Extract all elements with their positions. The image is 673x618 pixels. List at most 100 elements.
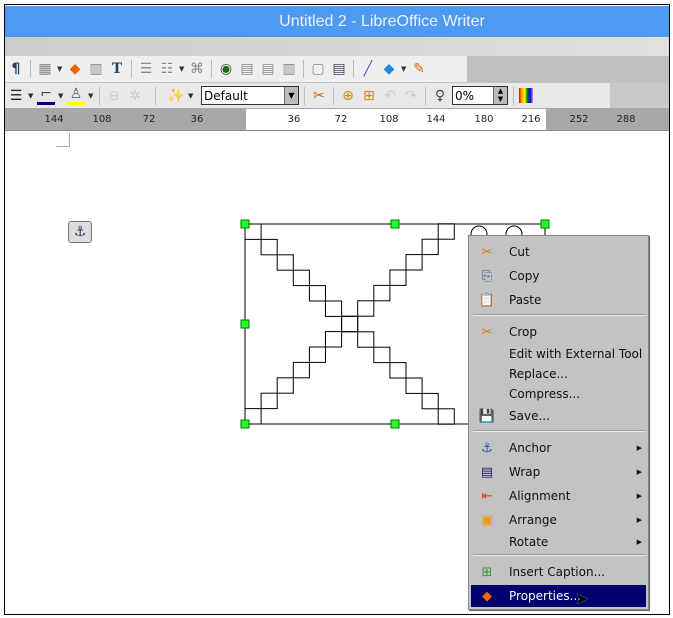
ruler-label: 36 (287, 114, 301, 125)
mouse-pointer-icon: ➤ (575, 589, 589, 608)
line-style-icon[interactable]: ☰ (7, 87, 25, 105)
dropdown-arrow[interactable]: ▼ (58, 92, 64, 100)
rotate-right-icon[interactable]: ↷ (402, 87, 420, 105)
fontwork-icon[interactable]: T (108, 60, 126, 78)
separator (99, 86, 100, 105)
menu-item-replace[interactable]: Replace... (471, 363, 646, 385)
menu-separator (473, 430, 645, 432)
transparency-icon[interactable]: ♀ (431, 87, 449, 105)
points-icon[interactable]: ✲ (126, 87, 144, 105)
footnote-icon[interactable]: ☷ (158, 60, 176, 78)
dropdown-button[interactable]: ▼ (284, 87, 298, 104)
menu-item-copy[interactable]: ⎘ Copy (471, 265, 646, 287)
separator (303, 60, 304, 78)
field-icon[interactable]: ▢ (309, 60, 327, 78)
copy-icon: ⎘ (481, 268, 493, 284)
connector-icon[interactable]: ⊖ (105, 87, 123, 105)
image-toolbar: ☰ ▼ ⌐ ▼ ♙ ▼ ⊖ ✲ ✨ ▼ Default ▼ ✂ ⊕ ⊞ ↶ ↷ ♀ 0% ▲… (5, 83, 610, 108)
menu-icon-placeholder (477, 345, 497, 363)
ruler-label: 108 (379, 114, 399, 125)
separator (131, 60, 132, 78)
menu-item-label: Replace... (509, 367, 568, 381)
comment-icon[interactable]: ▤ (330, 60, 348, 78)
fill-color-icon[interactable]: ♙ (67, 86, 85, 105)
graphics-mode-select[interactable]: Default ▼ (201, 86, 299, 105)
transparency-value: 0% (455, 88, 475, 103)
menu-item-label: Alignment (509, 489, 571, 503)
menu-item-crop[interactable]: ✂ Crop (471, 321, 646, 343)
menu-item-wrap[interactable]: ▤ Wrap ▶ (471, 461, 646, 483)
ruler-label: 72 (334, 114, 348, 125)
dropdown-arrow[interactable]: ▼ (401, 65, 407, 73)
menu-item-insert-caption[interactable]: ⊞ Insert Caption... (471, 561, 646, 583)
submenu-arrow-icon: ▶ (636, 444, 642, 452)
color-icon[interactable] (519, 88, 533, 103)
graphics-mode-value: Default (204, 88, 248, 103)
submenu-arrow-icon: ▶ (636, 468, 642, 476)
draw-icon[interactable]: ✎ (410, 60, 428, 78)
rotate-left-icon[interactable]: ↶ (381, 87, 399, 105)
dropdown-arrow[interactable]: ▼ (179, 65, 185, 73)
arrange-icon: ▣ (480, 512, 494, 528)
caption-icon[interactable]: ▤ (238, 60, 256, 78)
paste-icon: 📋 (478, 292, 496, 308)
flip-horizontal-icon[interactable]: ⊞ (360, 87, 378, 105)
image-icon[interactable]: ◆ (66, 60, 84, 78)
separator (211, 60, 212, 78)
formatting-marks-icon[interactable]: ¶ (7, 60, 25, 78)
scissors-icon: ✂ (481, 244, 493, 260)
transparency-spinbox[interactable]: 0% ▲ ▼ (452, 86, 508, 105)
menu-item-properties[interactable]: ◆ Properties... (471, 585, 646, 607)
chart-icon[interactable]: ▥ (87, 60, 105, 78)
separator (353, 60, 354, 78)
menu-item-paste[interactable]: 📋 Paste (471, 289, 646, 311)
title-bar: Untitled 2 - LibreOffice Writer (5, 6, 669, 37)
line-icon[interactable]: ╱ (359, 60, 377, 78)
crop-icon[interactable]: ✂ (310, 87, 328, 105)
menu-item-save[interactable]: 💾 Save... (471, 405, 646, 427)
menu-item-label: Cut (509, 245, 530, 259)
insert-caption-icon: ⊞ (481, 564, 493, 580)
menu-item-label: Edit with External Tool (509, 347, 643, 361)
filter-icon[interactable]: ✨ (167, 87, 185, 105)
shapes-icon[interactable]: ◆ (380, 60, 398, 78)
ruler-label: 252 (569, 114, 589, 125)
menu-item-label: Arrange (509, 513, 557, 527)
menu-item-cut[interactable]: ✂ Cut (471, 241, 646, 263)
dropdown-arrow[interactable]: ▼ (57, 65, 63, 73)
crop-icon: ✂ (481, 324, 493, 340)
menu-item-alignment[interactable]: ⇤ Alignment ▶ (471, 485, 646, 507)
index-icon[interactable]: ▤ (259, 60, 277, 78)
dropdown-arrow[interactable]: ▼ (88, 92, 94, 100)
spin-buttons[interactable]: ▲ ▼ (493, 87, 507, 104)
ruler-label: 108 (92, 114, 112, 125)
flip-vertical-icon[interactable]: ⊕ (339, 87, 357, 105)
menu-item-arrange[interactable]: ▣ Arrange ▶ (471, 509, 646, 531)
insert-toolbar: ¶ ▦ ▼ ◆ ▥ T ☰ ☷ ▼ ⌘ ◉ ▤ ▤ ▥ ▢ ▤ ╱ ◆ ▼ ✎ (5, 56, 467, 82)
menu-bar (5, 37, 669, 56)
menu-item-edit-with-external-tool[interactable]: Edit with External Tool (471, 343, 646, 365)
line-color-icon[interactable]: ⌐ (37, 86, 55, 105)
dropdown-arrow[interactable]: ▼ (28, 92, 34, 100)
menu-item-rotate[interactable]: Rotate ▶ (471, 531, 646, 553)
menu-item-label: Rotate (509, 535, 549, 549)
menu-item-compress[interactable]: Compress... (471, 383, 646, 405)
ruler-label: 180 (474, 114, 494, 125)
anchor-icon: ⚓ (481, 440, 493, 456)
menu-item-label: Properties... (509, 589, 582, 603)
menu-item-label: Paste (509, 293, 542, 307)
page-number-icon[interactable]: ▥ (280, 60, 298, 78)
anchor-icon[interactable]: ⚓ (68, 221, 92, 243)
menu-item-label: Compress... (509, 387, 581, 401)
navigator-icon[interactable]: ◉ (217, 60, 235, 78)
dropdown-arrow[interactable]: ▼ (188, 92, 194, 100)
separator (304, 86, 305, 105)
menu-item-label: Anchor (509, 441, 552, 455)
properties-icon: ◆ (482, 588, 492, 604)
separator (30, 60, 31, 78)
table-icon[interactable]: ▦ (36, 60, 54, 78)
menu-item-label: Insert Caption... (509, 565, 606, 579)
bookmark-icon[interactable]: ⌘ (188, 60, 206, 78)
menu-item-anchor[interactable]: ⚓ Anchor ▶ (471, 437, 646, 459)
header-icon[interactable]: ☰ (137, 60, 155, 78)
